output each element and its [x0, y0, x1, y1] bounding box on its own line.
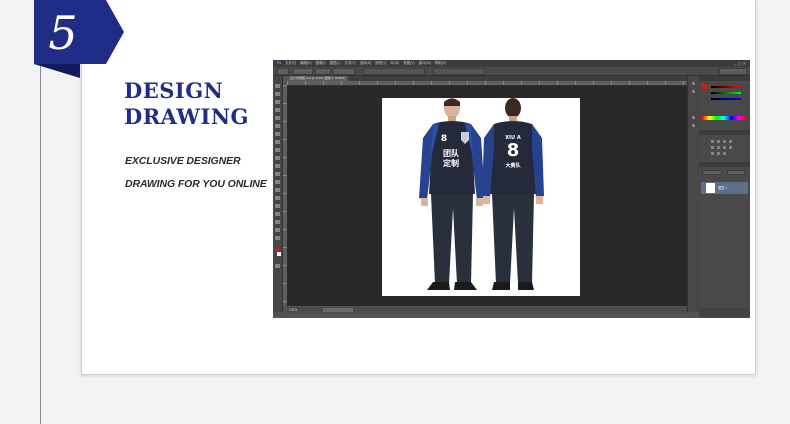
opacity-field[interactable] — [727, 170, 745, 175]
front-model-figure — [419, 98, 485, 290]
ps-menu-item[interactable]: 图层(L) — [330, 60, 341, 67]
workspace-switcher[interactable] — [719, 68, 747, 75]
history-panel-icon[interactable] — [692, 82, 695, 85]
adjustment-icon[interactable] — [723, 140, 726, 143]
ps-menu-item[interactable]: 文字(Y) — [345, 60, 356, 67]
title-line-1: DESIGN — [124, 78, 224, 103]
ps-canvas-area[interactable]: 8 团队 定制 XIU A 8 大黄队 — [287, 86, 687, 306]
align-icons[interactable] — [363, 68, 425, 75]
properties-panel-icon[interactable] — [692, 90, 695, 93]
color-spectrum[interactable] — [702, 116, 746, 120]
front-jersey-text-2: 定制 — [443, 159, 459, 168]
red-slider[interactable] — [711, 86, 741, 88]
photoshop-screenshot: Ps 文件(F) 编辑(E) 图像(I) 图层(L) 文字(Y) 选择(S) 滤… — [273, 60, 750, 318]
ps-menu-item[interactable]: 视图(V) — [403, 60, 414, 67]
back-jersey-text: 大黄队 — [505, 163, 521, 169]
pen-tool-icon[interactable] — [275, 196, 280, 200]
ps-menu-bar: Ps 文件(F) 编辑(E) 图像(I) 图层(L) 文字(Y) 选择(S) 滤… — [273, 60, 750, 67]
info-panel-icon[interactable] — [692, 116, 695, 119]
layer-row[interactable]: 图层 1 — [701, 182, 748, 194]
ps-menu-item[interactable]: 图像(I) — [316, 60, 326, 67]
stamp-tool-icon[interactable] — [275, 148, 280, 152]
layer-name: 图层 1 — [718, 186, 728, 190]
adjustment-icon[interactable] — [717, 146, 720, 149]
adjustment-icon[interactable] — [717, 152, 720, 155]
ps-option-field[interactable] — [315, 68, 331, 75]
hand-tool-icon[interactable] — [275, 228, 280, 232]
ps-option-field[interactable] — [333, 68, 355, 75]
background-color-swatch[interactable] — [277, 252, 281, 256]
healing-tool-icon[interactable] — [275, 132, 280, 136]
subtitle-line-1: EXCLUSIVE DESIGNER — [125, 155, 241, 167]
crop-tool-icon[interactable] — [275, 116, 280, 120]
ps-menu-item[interactable]: 选择(S) — [360, 60, 371, 67]
dodge-tool-icon[interactable] — [275, 188, 280, 192]
layers-panel-footer[interactable] — [699, 308, 750, 316]
move-tool-icon[interactable] — [275, 84, 280, 88]
lasso-tool-icon[interactable] — [275, 100, 280, 104]
layer-thumbnail — [706, 183, 715, 193]
adjustment-icon[interactable] — [711, 152, 714, 155]
eraser-tool-icon[interactable] — [275, 164, 280, 168]
color-panel-tabs[interactable] — [699, 76, 750, 81]
front-jersey-number: 8 — [440, 134, 448, 144]
ps-menu-item[interactable]: 文件(F) — [285, 60, 296, 67]
shape-tool-icon[interactable] — [275, 220, 280, 224]
panel-fg-color-swatch[interactable] — [702, 84, 707, 89]
layers-panel-tabs[interactable] — [699, 162, 750, 167]
character-panel-icon[interactable] — [692, 124, 695, 127]
ps-menu-item[interactable]: 帮助(H) — [435, 60, 447, 67]
back-model-figure — [482, 98, 544, 290]
quick-select-tool-icon[interactable] — [275, 108, 280, 112]
ps-logo-icon: Ps — [277, 61, 282, 65]
distribute-icons[interactable] — [433, 68, 485, 75]
window-controls[interactable]: ‒ ▢ ✕ — [734, 60, 746, 67]
adjustment-icon[interactable] — [723, 152, 726, 155]
ps-right-panels: 图层 1 — [699, 76, 750, 318]
timeline-line — [40, 66, 41, 424]
blue-slider[interactable] — [711, 98, 741, 100]
ps-menu-item[interactable]: 窗口(W) — [419, 60, 431, 67]
adjustment-icon[interactable] — [711, 140, 714, 143]
gradient-tool-icon[interactable] — [275, 172, 280, 176]
step-number: 5 — [48, 6, 78, 60]
title-line-2: DRAWING — [124, 104, 249, 129]
ps-panel-icons — [687, 76, 699, 312]
adjustment-icon[interactable] — [717, 140, 720, 143]
adjustments-panel-tabs[interactable] — [699, 130, 750, 135]
subtitle-line-2: DRAWING FOR YOU ONLINE — [125, 178, 267, 190]
zoom-tool-icon[interactable] — [275, 236, 280, 240]
ps-menu-item[interactable]: 滤镜(T) — [375, 60, 386, 67]
blend-mode-select[interactable] — [702, 170, 722, 175]
doc-info-box[interactable] — [323, 308, 353, 312]
history-brush-tool-icon[interactable] — [275, 156, 280, 160]
step-badge: 5 — [34, 0, 124, 78]
ps-status-bar: 100% — [287, 307, 687, 313]
marquee-tool-icon[interactable] — [275, 92, 280, 96]
tool-preset-picker[interactable] — [277, 68, 289, 75]
section-title: DESIGN DRAWING — [124, 78, 264, 130]
ps-toolbox — [273, 76, 283, 312]
blur-tool-icon[interactable] — [275, 180, 280, 184]
ps-options-bar — [273, 67, 750, 76]
adjustment-icon[interactable] — [711, 146, 714, 149]
brush-tool-icon[interactable] — [275, 140, 280, 144]
adjustment-icon[interactable] — [729, 146, 732, 149]
zoom-level[interactable]: 100% — [289, 307, 297, 313]
quick-mask-icon[interactable] — [275, 264, 280, 268]
ps-option-field[interactable] — [293, 68, 313, 75]
ps-menu-item[interactable]: 3D(D) — [390, 60, 399, 67]
back-jersey-number: 8 — [506, 140, 520, 161]
ps-document-canvas[interactable]: 8 团队 定制 XIU A 8 大黄队 — [382, 98, 580, 296]
adjustment-icon[interactable] — [723, 146, 726, 149]
adjustment-icon[interactable] — [729, 140, 732, 143]
eyedropper-tool-icon[interactable] — [275, 124, 280, 128]
type-tool-icon[interactable] — [275, 204, 280, 208]
ps-menu-item[interactable]: 编辑(E) — [300, 60, 311, 67]
green-slider[interactable] — [711, 92, 741, 94]
path-select-tool-icon[interactable] — [275, 212, 280, 216]
